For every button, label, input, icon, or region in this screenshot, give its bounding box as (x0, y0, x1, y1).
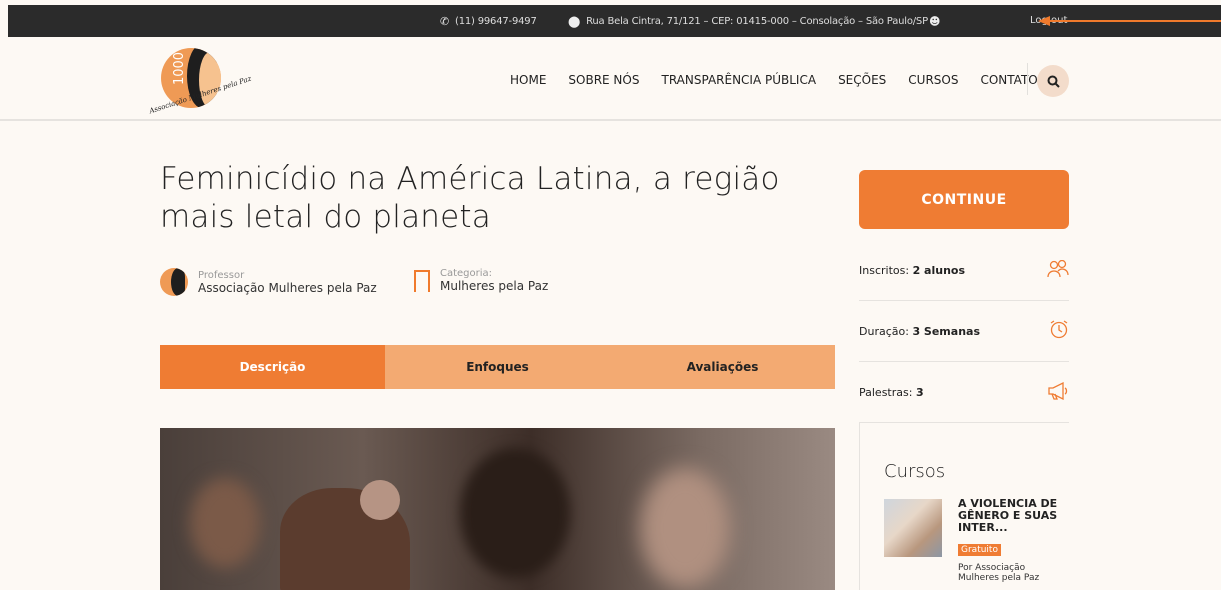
alarm-clock-icon (1039, 319, 1069, 344)
enrolled-stat: Inscritos: 2 alunos (859, 241, 1069, 301)
duration-stat: Duração: 3 Semanas (859, 302, 1069, 362)
site-logo[interactable]: 1000 Associação Mulheres pela Paz (147, 43, 252, 119)
enrolled-label: Inscritos: (859, 264, 910, 277)
enrolled-text: Inscritos: 2 alunos (859, 264, 965, 277)
megaphone-icon (1039, 381, 1069, 405)
arrow-line (1048, 20, 1221, 22)
teacher-avatar (160, 268, 188, 296)
duration-text: Duração: 3 Semanas (859, 325, 980, 338)
logo-face-light (199, 52, 221, 108)
nav-cursos[interactable]: CURSOS (908, 73, 958, 87)
logo-number: 1000 (172, 51, 188, 86)
students-icon (1039, 259, 1069, 283)
nav-transparencia[interactable]: TRANSPARÊNCIA PÚBLICA (661, 73, 816, 87)
account-link[interactable]: ☻ (929, 15, 940, 28)
lectures-label: Palestras: (859, 386, 913, 399)
lectures-value: 3 (915, 386, 924, 399)
address-text: Rua Bela Cintra, 71/121 – CEP: 01415-000… (586, 16, 928, 27)
free-badge: Gratuito (958, 544, 1001, 556)
search-button[interactable] (1037, 65, 1069, 97)
nav-sobre-nos[interactable]: SOBRE NÓS (568, 73, 639, 87)
user-icon: ☻ (929, 15, 941, 28)
nav-secoes[interactable]: SEÇÕES (838, 73, 886, 87)
main-nav: HOME SOBRE NÓS TRANSPARÊNCIA PÚBLICA SEÇ… (510, 73, 1038, 87)
category-name: Mulheres pela Paz (440, 279, 549, 293)
phone-icon: ✆ (440, 15, 450, 28)
course-title: Feminicídio na América Latina, a região … (160, 161, 780, 235)
search-icon (1047, 75, 1060, 88)
teacher-name: Associação Mulheres pela Paz (198, 280, 377, 295)
lectures-stat: Palestras: 3 (859, 363, 1069, 423)
tab-enfoques[interactable]: Enfoques (385, 345, 610, 389)
course-item-author: Por Associação Mulheres pela Paz (958, 563, 1040, 583)
address-contact[interactable]: ⬤ Rua Bela Cintra, 71/121 – CEP: 01415-0… (568, 15, 928, 28)
phone-number: (11) 99647-9497 (455, 16, 537, 27)
duration-value: 3 Semanas (912, 325, 980, 338)
tab-descricao[interactable]: Descrição (160, 345, 385, 389)
courses-widget: Cursos A VIOLENCIA DE GÊNERO E SUAS INTE… (859, 422, 1069, 590)
map-marker-icon: ⬤ (568, 15, 581, 28)
course-thumbnail[interactable] (884, 499, 942, 557)
course-hero-image (160, 428, 835, 590)
top-bar: ✆ (11) 99647-9497 ⬤ Rua Bela Cintra, 71/… (8, 5, 1221, 37)
enrolled-value: 2 alunos (912, 264, 966, 277)
phone-contact[interactable]: ✆ (11) 99647-9497 (440, 15, 537, 28)
annotation-arrow (1038, 16, 1221, 26)
duration-label: Duração: (859, 325, 909, 338)
nav-home[interactable]: HOME (510, 73, 546, 87)
nav-contato[interactable]: CONTATO (980, 73, 1037, 87)
teacher-label: Professor (198, 269, 245, 281)
teacher-meta[interactable]: Professor Associação Mulheres pela Paz (160, 268, 377, 296)
course-item-title[interactable]: A VIOLENCIA DE GÊNERO E SUAS INTER... (958, 498, 1058, 534)
category-label: Categoria: (440, 268, 493, 279)
lectures-text: Palestras: 3 (859, 386, 924, 399)
courses-heading: Cursos (884, 461, 946, 482)
bookmark-icon (414, 269, 430, 294)
continue-button[interactable]: CONTINUE (859, 170, 1069, 229)
nav-divider (1027, 63, 1028, 95)
category-meta[interactable]: Categoria: Mulheres pela Paz (414, 268, 549, 294)
tab-avaliacoes[interactable]: Avaliações (610, 345, 835, 389)
site-header: 1000 Associação Mulheres pela Paz HOME S… (0, 37, 1221, 121)
course-tabs: Descrição Enfoques Avaliações (160, 345, 835, 389)
